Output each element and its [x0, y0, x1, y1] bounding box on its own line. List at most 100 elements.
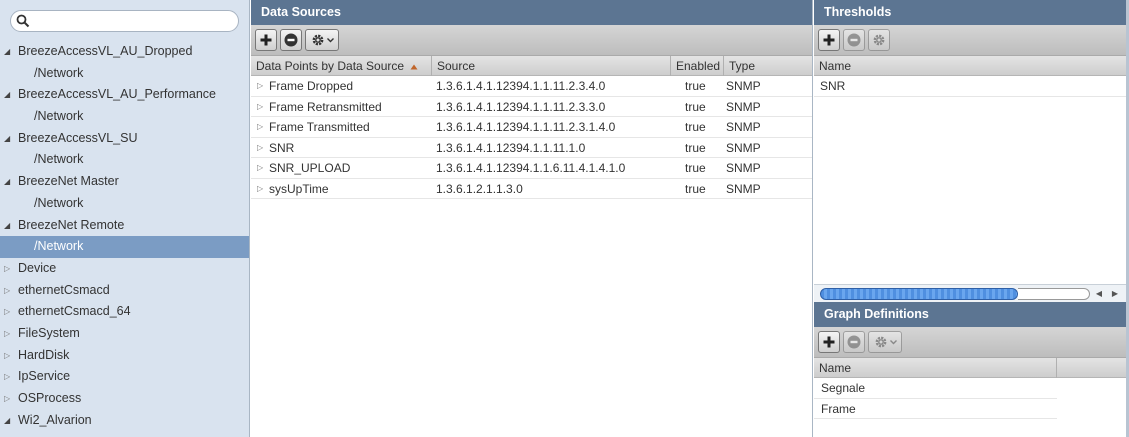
column-header-graph-name[interactable]: Name: [814, 358, 1057, 378]
expand-triangle-icon[interactable]: ▷: [257, 179, 269, 200]
add-data-source-button[interactable]: [255, 29, 277, 51]
tree-item[interactable]: ◢ BreezeAccessVL_SU: [0, 128, 249, 150]
tree-item[interactable]: /Network: [0, 236, 249, 258]
delete-threshold-button[interactable]: [843, 29, 865, 51]
tree-item-label: /Network: [34, 195, 84, 210]
tree-item[interactable]: /Network: [0, 149, 249, 171]
expanded-triangle-icon[interactable]: ◢: [4, 128, 14, 150]
expanded-triangle-icon[interactable]: ◢: [4, 410, 14, 432]
collapsed-triangle-icon[interactable]: ▷: [4, 301, 14, 323]
graph-row[interactable]: Segnale: [814, 378, 1057, 399]
tree-item-label: /Network: [34, 239, 84, 254]
expanded-triangle-icon[interactable]: ◢: [4, 84, 14, 106]
data-point-enabled: true: [685, 181, 706, 196]
table-row[interactable]: ▷ SNR 1.3.6.1.4.1.12394.1.1.11.1.0 true SNMP: [251, 138, 812, 159]
data-point-source: 1.3.6.1.4.1.12394.1.1.6.11.4.1.4.1.0: [436, 161, 626, 175]
column-header-name[interactable]: Data Points by Data Source: [251, 56, 432, 76]
column-header-type[interactable]: Type: [724, 56, 813, 76]
thresholds-panel: Thresholds Name SNR ◀ ▶: [814, 0, 1126, 302]
collapsed-triangle-icon[interactable]: ▷: [4, 258, 14, 280]
threshold-settings-button[interactable]: [868, 29, 890, 51]
expanded-triangle-icon[interactable]: ◢: [4, 215, 14, 237]
minus-circle-icon: [847, 335, 861, 349]
column-header-threshold-name[interactable]: Name: [814, 56, 1126, 76]
tree-item[interactable]: ▷ OSProcess: [0, 388, 249, 410]
collapsed-triangle-icon[interactable]: ▷: [4, 323, 14, 345]
data-point-source: 1.3.6.1.4.1.12394.1.1.11.2.3.4.0: [436, 79, 606, 93]
tree-item-label: OSProcess: [18, 391, 82, 405]
data-point-source: 1.3.6.1.4.1.12394.1.1.11.2.3.3.0: [436, 99, 606, 114]
tree-item[interactable]: /Network: [0, 106, 249, 128]
tree-item-label: Wi2_Alvarion: [18, 412, 92, 427]
minus-circle-icon: [284, 33, 298, 47]
tree-item[interactable]: /Network: [0, 63, 249, 85]
data-point-type: SNMP: [726, 161, 761, 175]
data-point-name: Frame Retransmitted: [269, 99, 382, 114]
data-point-type: SNMP: [726, 79, 761, 93]
tree-item-label: /Network: [34, 65, 84, 80]
tree-item[interactable]: ▷ ethernetCsmacd: [0, 280, 249, 302]
tree-item[interactable]: ▷ Device: [0, 258, 249, 280]
tree-item[interactable]: ▷ ethernetCsmacd_64: [0, 301, 249, 323]
search-input[interactable]: [10, 10, 239, 32]
table-row[interactable]: ▷ SNR_UPLOAD 1.3.6.1.4.1.12394.1.1.6.11.4.…: [251, 158, 812, 179]
data-point-name: Frame Dropped: [269, 79, 354, 93]
tree-item[interactable]: ▷ FileSystem: [0, 323, 249, 345]
tree-item[interactable]: ▷ IpService: [0, 366, 249, 388]
data-point-type: SNMP: [726, 140, 761, 155]
table-row[interactable]: ▷ sysUpTime 1.3.6.1.2.1.1.3.0 true SNMP: [251, 179, 812, 200]
add-threshold-button[interactable]: [818, 29, 840, 51]
scrollbar-thumb[interactable]: [820, 288, 1018, 300]
delete-graph-button[interactable]: [843, 331, 865, 353]
expand-triangle-icon[interactable]: ▷: [257, 138, 269, 159]
data-sources-title: Data Sources: [251, 0, 812, 25]
expand-triangle-icon[interactable]: ▷: [257, 97, 269, 118]
tree-item[interactable]: ◢ BreezeAccessVL_AU_Performance: [0, 84, 249, 106]
table-row[interactable]: ▷ Frame Retransmitted 1.3.6.1.4.1.12394.1.…: [251, 97, 812, 118]
data-sources-toolbar: [251, 25, 812, 56]
data-sources-actions-menu-button[interactable]: [305, 29, 339, 51]
graph-row[interactable]: Frame: [814, 399, 1057, 419]
tree-item[interactable]: ◢ BreezeAccessVL_AU_Dropped: [0, 41, 249, 63]
tree-item[interactable]: ◢ BreezeNet Master: [0, 171, 249, 193]
thresholds-horizontal-scrollbar[interactable]: ◀ ▶: [814, 284, 1126, 302]
scrollbar-track[interactable]: [1018, 288, 1090, 300]
device-class-tree: ◢ BreezeAccessVL_AU_Dropped/Network ◢ Breez…: [0, 41, 249, 432]
data-point-source: 1.3.6.1.4.1.12394.1.1.11.1.0: [436, 140, 586, 155]
thresholds-toolbar: [814, 25, 1126, 56]
delete-data-source-button[interactable]: [280, 29, 302, 51]
graph-actions-menu-button[interactable]: [868, 331, 902, 353]
expanded-triangle-icon[interactable]: ◢: [4, 41, 14, 63]
threshold-row[interactable]: SNR: [814, 76, 1126, 97]
column-header-enabled[interactable]: Enabled: [671, 56, 724, 76]
collapsed-triangle-icon[interactable]: ▷: [4, 366, 14, 388]
collapsed-triangle-icon[interactable]: ▷: [4, 280, 14, 302]
expand-triangle-icon[interactable]: ▷: [257, 76, 269, 97]
data-sources-panel: Data Sources Data Points by Data Source …: [251, 0, 813, 437]
sort-ascending-icon: [410, 64, 418, 70]
scroll-right-arrow-icon[interactable]: ▶: [1108, 287, 1122, 301]
add-graph-button[interactable]: [818, 331, 840, 353]
collapsed-triangle-icon[interactable]: ▷: [4, 345, 14, 367]
gear-icon: [312, 34, 323, 46]
tree-item[interactable]: ◢ Wi2_Alvarion: [0, 410, 249, 432]
table-row[interactable]: ▷ Frame Transmitted 1.3.6.1.4.1.12394.1.1.…: [251, 117, 812, 138]
expanded-triangle-icon[interactable]: ◢: [4, 171, 14, 193]
scroll-left-arrow-icon[interactable]: ◀: [1092, 287, 1106, 301]
expand-triangle-icon[interactable]: ▷: [257, 117, 269, 138]
tree-item-label: /Network: [34, 152, 84, 167]
graph-definitions-toolbar: [814, 327, 1126, 358]
data-point-enabled: true: [685, 120, 706, 134]
data-point-type: SNMP: [726, 181, 761, 196]
tree-item[interactable]: ◢ BreezeNet Remote: [0, 215, 249, 237]
tree-item-label: /Network: [34, 109, 84, 124]
graph-name: Segnale: [821, 381, 866, 395]
table-row[interactable]: ▷ Frame Dropped 1.3.6.1.4.1.12394.1.1.11.2…: [251, 76, 812, 97]
tree-item[interactable]: /Network: [0, 193, 249, 215]
expand-triangle-icon[interactable]: ▷: [257, 158, 269, 179]
data-point-enabled: true: [685, 161, 706, 175]
column-header-source[interactable]: Source: [432, 56, 671, 76]
thresholds-rows: SNR: [814, 76, 1126, 97]
collapsed-triangle-icon[interactable]: ▷: [4, 388, 14, 410]
tree-item[interactable]: ▷ HardDisk: [0, 345, 249, 367]
